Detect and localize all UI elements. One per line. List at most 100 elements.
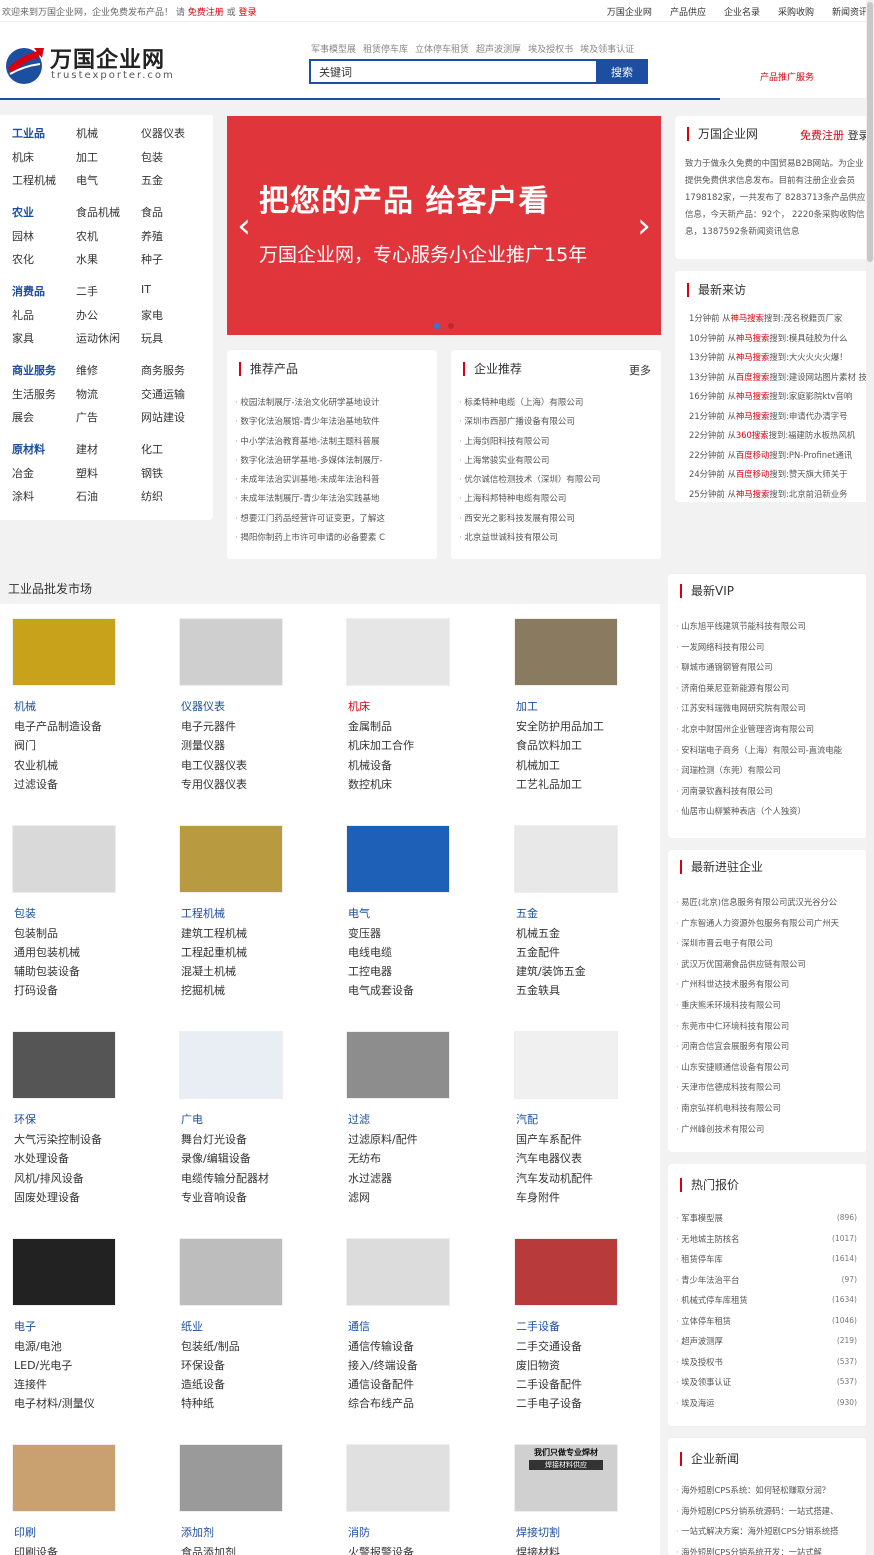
category-image[interactable]: [514, 1237, 618, 1306]
category-image[interactable]: [179, 824, 283, 893]
subcategory-link[interactable]: 水过滤器: [348, 1170, 392, 1186]
subcategory-link[interactable]: 二手设备配件: [516, 1376, 582, 1392]
category-image[interactable]: [346, 824, 450, 893]
subcategory-link[interactable]: 造纸设备: [181, 1376, 225, 1392]
category-name[interactable]: 焊接切割: [516, 1524, 560, 1540]
category-item[interactable]: 包装: [141, 149, 163, 165]
new-company-link[interactable]: 广东智通人力资源外包服务有限公司广州天: [676, 913, 861, 934]
subcategory-link[interactable]: 特种纸: [181, 1395, 214, 1411]
hot-word[interactable]: 租赁停车库: [363, 45, 408, 55]
product-link[interactable]: 校园法制展厅-法治文化研学基地设计: [235, 394, 431, 413]
category-name[interactable]: 电子: [14, 1318, 36, 1334]
new-company-link[interactable]: 广州峰创技术有限公司: [676, 1119, 861, 1140]
company-link[interactable]: 上海常骏实业有限公司: [459, 452, 655, 471]
news-link[interactable]: 海外短剧CPS系统：如何轻松赚取分润？: [676, 1480, 861, 1501]
subcategory-link[interactable]: 机械设备: [348, 757, 392, 773]
chevron-right-icon[interactable]: ›: [633, 206, 655, 246]
subcategory-link[interactable]: 机床加工合作: [348, 737, 414, 753]
subcategory-link[interactable]: 测量仪器: [181, 737, 225, 753]
chevron-left-icon[interactable]: ‹: [233, 206, 255, 246]
category-item[interactable]: 种子: [141, 251, 163, 267]
category-item[interactable]: 机械: [76, 125, 98, 141]
subcategory-link[interactable]: 电气成套设备: [348, 982, 414, 998]
product-link[interactable]: 中小学法治教育基地-法制主题科普展: [235, 433, 431, 452]
visit-item[interactable]: 24分钟前 从百度移动搜到:赞天旗大师关于: [689, 465, 868, 485]
company-link[interactable]: 深圳市西部广播设备有限公司: [459, 413, 655, 432]
category-image[interactable]: [12, 1031, 116, 1099]
subcategory-link[interactable]: 阀门: [14, 737, 36, 753]
category-name[interactable]: 机械: [14, 698, 36, 714]
search-button[interactable]: 搜索: [596, 59, 648, 84]
category-name[interactable]: 工程机械: [181, 905, 225, 921]
visit-item[interactable]: 21分钟前 从神马搜索搜到:申请代办清字号: [689, 407, 868, 427]
nav-products[interactable]: 产品供应: [670, 8, 706, 18]
subcategory-link[interactable]: 通信传输设备: [348, 1338, 414, 1354]
subcategory-link[interactable]: 舞台灯光设备: [181, 1131, 247, 1147]
category-name[interactable]: 过滤: [348, 1111, 370, 1127]
hot-word[interactable]: 埃及授权书: [528, 45, 573, 55]
visit-item[interactable]: 25分钟前 从神马搜索搜到:北京前沿新业务: [689, 485, 868, 503]
subcategory-link[interactable]: 国产车系配件: [516, 1131, 582, 1147]
subcategory-link[interactable]: 机械五金: [516, 925, 560, 941]
subcategory-link[interactable]: 电子材料/测量仪: [14, 1395, 95, 1411]
category-item[interactable]: 食品机械: [76, 204, 120, 220]
category-item[interactable]: 钢铁: [141, 465, 163, 481]
category-item[interactable]: 涂料: [12, 488, 34, 504]
visit-item[interactable]: 16分钟前 从神马搜索搜到:家庭影院ktv音响: [689, 387, 868, 407]
subcategory-link[interactable]: 通信设备配件: [348, 1376, 414, 1392]
visit-item[interactable]: 13分钟前 从百度搜索搜到:建设网站图片素材 技: [689, 368, 868, 388]
carousel-dot-active[interactable]: [434, 323, 440, 329]
category-item[interactable]: 二手: [76, 283, 98, 299]
subcategory-link[interactable]: 印刷设备: [14, 1544, 58, 1555]
company-link[interactable]: 上海剑阳科技有限公司: [459, 433, 655, 452]
news-link[interactable]: 一站式解决方案：海外短剧CPS分销系统搭: [676, 1521, 861, 1542]
subcategory-link[interactable]: 工程起重机械: [181, 944, 247, 960]
subcategory-link[interactable]: 辅助包装设备: [14, 963, 80, 979]
category-image[interactable]: [179, 1237, 283, 1306]
category-item[interactable]: 物流: [76, 386, 98, 402]
nav-purchase[interactable]: 采购收购: [778, 8, 814, 18]
new-company-link[interactable]: 深圳市晋云电子有限公司: [676, 933, 861, 954]
category-item[interactable]: 电气: [76, 172, 98, 188]
subcategory-link[interactable]: 农业机械: [14, 757, 58, 773]
category-name[interactable]: 环保: [14, 1111, 36, 1127]
category-image[interactable]: [12, 618, 116, 686]
subcategory-link[interactable]: 电缆传输分配器材: [181, 1170, 269, 1186]
vip-company-link[interactable]: 聊城市通锦钢管有限公司: [676, 657, 861, 678]
category-name[interactable]: 汽配: [516, 1111, 538, 1127]
category-item[interactable]: 建材: [76, 441, 98, 457]
category-name[interactable]: 包装: [14, 905, 36, 921]
category-item[interactable]: 维修: [76, 362, 98, 378]
product-link[interactable]: 想要江门药品经营许可证变更，了解这: [235, 510, 431, 529]
category-image[interactable]: [346, 618, 450, 686]
news-link[interactable]: 海外短剧CPS分销系统开发：一站式解: [676, 1542, 861, 1555]
subcategory-link[interactable]: 大气污染控制设备: [14, 1131, 102, 1147]
subcategory-link[interactable]: 水处理设备: [14, 1150, 69, 1166]
subcategory-link[interactable]: 电子产品制造设备: [14, 718, 102, 734]
search-input[interactable]: [311, 61, 596, 82]
site-logo[interactable]: 万国企业网 trustexporter.com: [4, 42, 174, 88]
quote-item[interactable]: 埃及领事认证 (537): [676, 1372, 857, 1393]
subcategory-link[interactable]: 工艺礼品加工: [516, 776, 582, 792]
category-image[interactable]: [12, 1237, 116, 1306]
subcategory-link[interactable]: 电子元器件: [181, 718, 236, 734]
category-item[interactable]: 园林: [12, 228, 34, 244]
subcategory-link[interactable]: 无纺布: [348, 1150, 381, 1166]
category-item[interactable]: 加工: [76, 149, 98, 165]
nav-companies[interactable]: 企业名录: [724, 8, 760, 18]
subcategory-link[interactable]: 机械加工: [516, 757, 560, 773]
quote-item[interactable]: 租赁停车库 (1614): [676, 1249, 857, 1270]
subcategory-link[interactable]: 五金轶具: [516, 982, 560, 998]
subcategory-link[interactable]: 综合布线产品: [348, 1395, 414, 1411]
hot-word[interactable]: 埃及领事认证: [580, 45, 634, 55]
category-image[interactable]: [179, 1444, 283, 1512]
category-name[interactable]: 电气: [348, 905, 370, 921]
news-link[interactable]: 海外短剧CPS分销系统源码：一站式搭建、: [676, 1501, 861, 1522]
visit-item[interactable]: 10分钟前 从神马搜索搜到:模具硅胶为什么: [689, 329, 868, 349]
vip-company-link[interactable]: 河南录钦鑫科技有限公司: [676, 781, 861, 802]
subcategory-link[interactable]: 二手电子设备: [516, 1395, 582, 1411]
subcategory-link[interactable]: 废旧物资: [516, 1357, 560, 1373]
category-item[interactable]: 化工: [141, 441, 163, 457]
subcategory-link[interactable]: 电线电缆: [348, 944, 392, 960]
category-name[interactable]: 通信: [348, 1318, 370, 1334]
